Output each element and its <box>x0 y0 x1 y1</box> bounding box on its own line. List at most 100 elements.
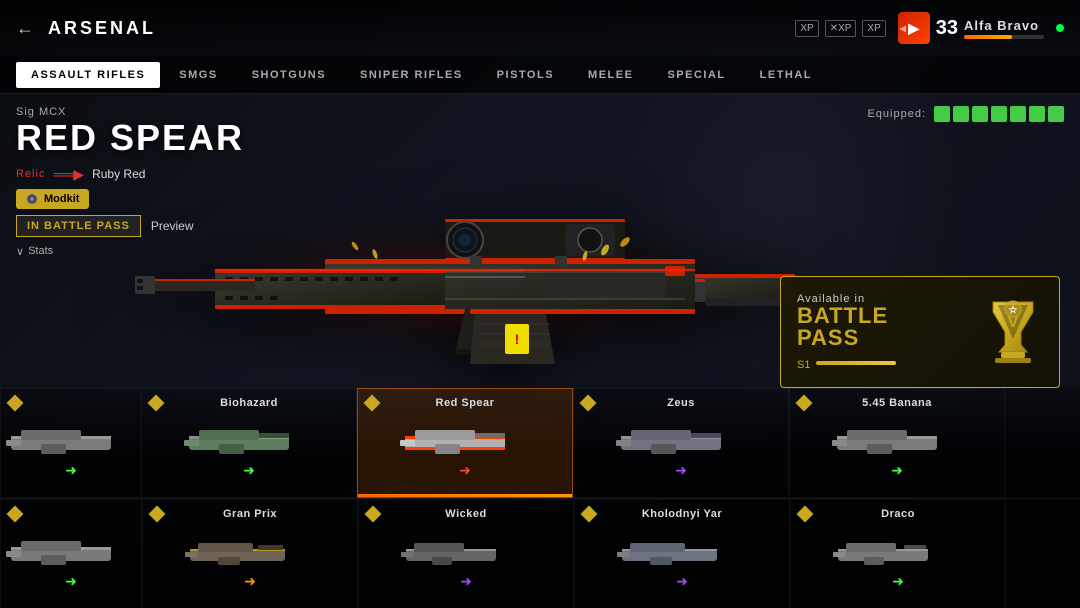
weapon-info-panel: Sig MCX RED SPEAR Relic ══▶ Ruby Red Mod… <box>16 106 244 258</box>
mini-rifle-svg <box>828 529 968 579</box>
diamond-icon <box>364 395 381 412</box>
tab-sniper-rifles[interactable]: SNIPER RIFLES <box>345 62 478 88</box>
main-content: Sig MCX RED SPEAR Relic ══▶ Ruby Red Mod… <box>0 94 1080 608</box>
tab-pistols[interactable]: PISTOLS <box>482 62 569 88</box>
mini-rifle-svg <box>180 529 320 579</box>
xp-icon-2: ✕XP <box>825 20 857 37</box>
weapon-item-label: Biohazard <box>220 397 278 409</box>
diamond-icon <box>149 505 166 522</box>
slot-6 <box>1029 106 1045 122</box>
mini-rifle-svg <box>1 529 141 579</box>
diamond-icon <box>148 395 165 412</box>
battle-pass-row: IN BATTLE PASS Preview <box>16 215 244 237</box>
mini-rifle-svg <box>827 418 967 468</box>
diamond-icon <box>7 505 24 522</box>
xp-icon-1: XP <box>795 20 818 37</box>
operator-badge: ▶ 33 Alfa Bravo <box>898 12 1044 44</box>
weapon-item-label: Wicked <box>445 508 486 520</box>
arrow-icon: ➜ <box>65 462 77 479</box>
modkit-icon <box>26 193 38 205</box>
xp-icon-3: XP <box>862 20 885 37</box>
operator-name: Alfa Bravo <box>964 18 1044 33</box>
weapon-item-nana[interactable]: ➜ <box>0 499 142 608</box>
weapon-item-wicked[interactable]: Wicked ➜ <box>358 499 574 608</box>
diamond-icon <box>580 395 597 412</box>
weapon-item-label: Red Spear <box>436 397 495 409</box>
weapon-item-gran-prix[interactable]: Gran Prix ➜ <box>142 499 358 608</box>
weapon-item-label: Draco <box>881 508 915 520</box>
diamond-icon <box>797 505 814 522</box>
equipped-slots <box>934 106 1064 122</box>
weapon-item-draco[interactable]: Draco ➜ <box>790 499 1006 608</box>
weapon-item-label: Kholodnyi Yar <box>642 508 722 520</box>
weapon-item-label: Gran Prix <box>223 508 277 520</box>
arrow-icon: ➜ <box>244 573 256 590</box>
svg-text:☆: ☆ <box>1009 305 1018 316</box>
arrow-icon: ➜ <box>65 573 77 590</box>
back-button[interactable]: ← ARSENAL <box>16 18 156 39</box>
category-tabs: ASSAULT RIFLES SMGS SHOTGUNS SNIPER RIFL… <box>0 56 1080 94</box>
xp-bar <box>964 35 1044 39</box>
xp-bar-fill <box>964 35 1012 39</box>
mini-rifle-svg <box>1 418 141 468</box>
weapon-item-biohazard[interactable]: Biohazard ➜ <box>141 388 357 498</box>
tab-special[interactable]: SPECIAL <box>652 62 740 88</box>
equipped-row: Equipped: <box>867 106 1064 122</box>
weapon-item-partial[interactable]: ➜ <box>0 388 141 498</box>
weapon-name: RED SPEAR <box>16 118 244 158</box>
slot-3 <box>972 106 988 122</box>
badge-icon: ▶ <box>898 12 930 44</box>
mini-rifle-svg <box>611 418 751 468</box>
tab-melee[interactable]: MELEE <box>573 62 648 88</box>
back-arrow-icon: ← <box>16 18 36 39</box>
slot-7 <box>1048 106 1064 122</box>
diamond-icon <box>796 395 813 412</box>
tab-shotguns[interactable]: SHOTGUNS <box>237 62 341 88</box>
tab-smgs[interactable]: SMGS <box>164 62 232 88</box>
mini-rifle-svg <box>612 529 752 579</box>
weapons-grid: ➜ Biohazard ➜ Red Spear <box>0 388 1080 608</box>
bp-promo-text: Available in BATTLE PASS S1 <box>797 293 971 371</box>
bp-title: BATTLE PASS <box>797 305 971 349</box>
weapon-item-banana[interactable]: 5.45 Banana ➜ <box>789 388 1005 498</box>
weapon-item-kholodnyi-yar[interactable]: Kholodnyi Yar ➜ <box>574 499 790 608</box>
diamond-icon <box>365 505 382 522</box>
mini-rifle-selected-svg <box>395 418 535 468</box>
mini-rifle-svg <box>179 418 319 468</box>
weapon-item-zeus[interactable]: Zeus ➜ <box>573 388 789 498</box>
svg-text:!: ! <box>515 331 520 347</box>
slot-4 <box>991 106 1007 122</box>
relic-value: Ruby Red <box>92 167 145 181</box>
preview-button[interactable]: Preview <box>151 219 194 233</box>
page-title: ARSENAL <box>48 18 156 39</box>
diamond-icon <box>7 395 24 412</box>
arrow-icon: ➜ <box>243 462 255 479</box>
relic-arrows-icon: ══▶ <box>53 166 84 183</box>
top-right-bar: XP ✕XP XP ▶ 33 Alfa Bravo <box>795 12 1064 44</box>
arrow-icon: ➜ <box>460 573 472 590</box>
diamond-icon <box>581 505 598 522</box>
bp-season-bar-fill <box>816 361 896 365</box>
chevron-down-icon: ∨ <box>16 245 24 258</box>
badge-level: 33 <box>936 17 958 40</box>
modkit-button[interactable]: Modkit <box>16 189 89 209</box>
equipped-label: Equipped: <box>867 108 926 120</box>
stats-toggle[interactable]: ∨ Stats <box>16 245 244 258</box>
arrow-icon: ➜ <box>459 462 471 479</box>
top-bar: ← ARSENAL XP ✕XP XP ▶ 33 Alfa Bravo <box>0 0 1080 56</box>
modkit-label: Modkit <box>44 193 79 205</box>
weapon-item-label: 5.45 Banana <box>862 397 932 409</box>
relic-label: Relic <box>16 168 45 180</box>
weapon-item-red-spear[interactable]: Red Spear ➜ <box>357 388 573 498</box>
battle-pass-promo[interactable]: Available in BATTLE PASS S1 <box>780 276 1060 388</box>
stats-label: Stats <box>28 245 53 257</box>
weapon-item-label: Zeus <box>667 397 695 409</box>
bp-label: IN BATTLE PASS <box>16 215 141 237</box>
arrow-icon: ➜ <box>676 573 688 590</box>
tab-lethal[interactable]: LETHAL <box>745 62 827 88</box>
arrow-icon: ➜ <box>892 573 904 590</box>
slot-1 <box>934 106 950 122</box>
arrow-icon: ➜ <box>675 462 687 479</box>
bp-season-bar: S1 <box>797 355 971 371</box>
tab-assault-rifles[interactable]: ASSAULT RIFLES <box>16 62 160 88</box>
